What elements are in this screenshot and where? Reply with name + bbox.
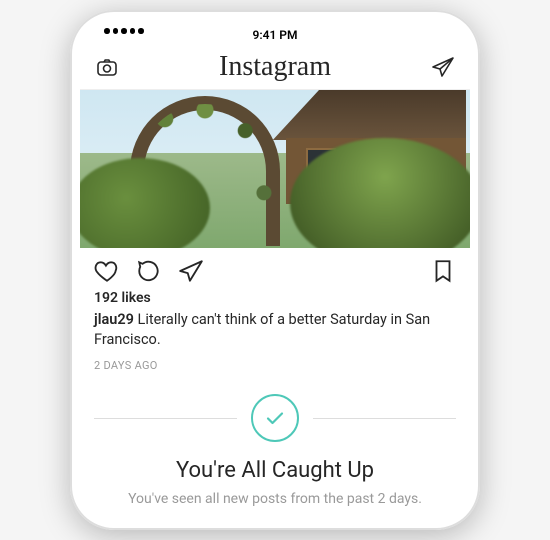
status-bar: 9:41 PM bbox=[80, 20, 470, 44]
divider bbox=[94, 394, 456, 442]
post-time-ago: 2 DAYS AGO bbox=[94, 359, 456, 372]
post-caption-text: Literally can't think of a better Saturd… bbox=[94, 311, 430, 348]
likes-count[interactable]: 192 likes bbox=[94, 290, 456, 306]
camera-icon[interactable] bbox=[94, 54, 120, 80]
comment-icon[interactable] bbox=[136, 258, 162, 284]
post-username[interactable]: jlau29 bbox=[94, 311, 134, 328]
post-image[interactable] bbox=[80, 90, 470, 248]
phone-frame: 9:41 PM Instagram bbox=[70, 10, 480, 530]
bookmark-icon[interactable] bbox=[430, 258, 456, 284]
caught-up-title: You're All Caught Up bbox=[94, 458, 456, 483]
app-header: Instagram bbox=[80, 44, 470, 90]
caught-up-section: You're All Caught Up You've seen all new… bbox=[80, 394, 470, 507]
post-actions bbox=[80, 248, 470, 290]
post-meta: 192 likes jlau29 Literally can't think o… bbox=[80, 290, 470, 372]
share-icon[interactable] bbox=[178, 258, 204, 284]
status-time: 9:41 PM bbox=[252, 28, 297, 42]
caught-up-subtitle: You've seen all new posts from the past … bbox=[94, 491, 456, 507]
post-caption: jlau29 Literally can't think of a better… bbox=[94, 310, 456, 349]
send-icon[interactable] bbox=[430, 54, 456, 80]
screen: 9:41 PM Instagram bbox=[80, 20, 470, 520]
app-logo: Instagram bbox=[219, 51, 331, 83]
signal-dots bbox=[104, 28, 144, 34]
like-icon[interactable] bbox=[94, 258, 120, 284]
check-icon bbox=[251, 394, 299, 442]
